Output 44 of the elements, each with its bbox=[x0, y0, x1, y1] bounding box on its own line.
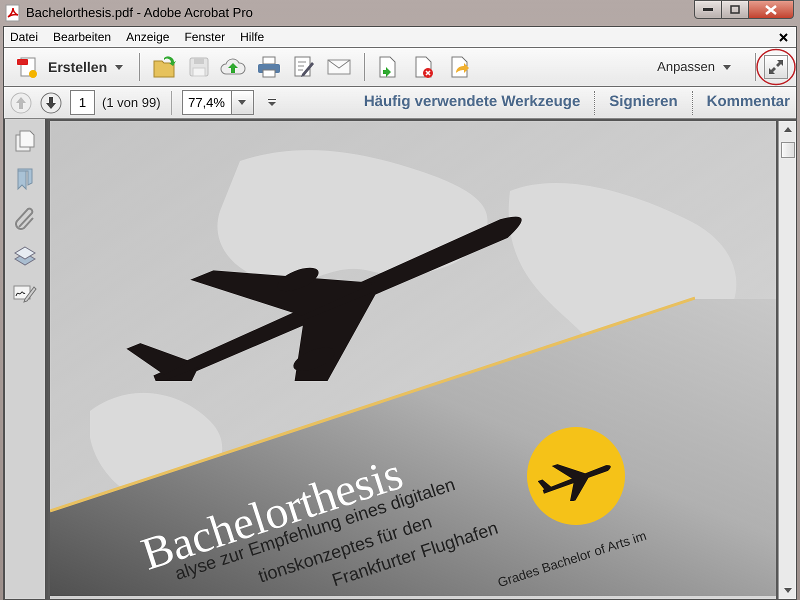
panel-link[interactable]: Signieren bbox=[609, 91, 678, 114]
menu-item[interactable]: Anzeige bbox=[126, 28, 170, 46]
scroll-down-icon[interactable] bbox=[784, 588, 792, 593]
maximize-button[interactable] bbox=[722, 0, 748, 19]
next-page-icon[interactable] bbox=[40, 92, 62, 114]
pdf-file-icon bbox=[4, 4, 22, 22]
minimize-icon bbox=[703, 8, 713, 12]
highlight-circle bbox=[756, 48, 796, 86]
close-icon bbox=[765, 4, 777, 14]
edit-document-icon[interactable] bbox=[292, 55, 316, 79]
menu-item[interactable]: Datei bbox=[10, 28, 38, 46]
close-document-icon[interactable] bbox=[779, 33, 788, 42]
create-document-icon bbox=[16, 55, 40, 79]
full-screen-button[interactable] bbox=[764, 55, 788, 79]
maximize-icon bbox=[730, 5, 740, 14]
signature-icon[interactable] bbox=[13, 283, 37, 303]
close-button[interactable] bbox=[748, 0, 794, 19]
pages-icon[interactable] bbox=[14, 129, 36, 153]
open-folder-icon[interactable] bbox=[152, 55, 178, 79]
menu-item[interactable]: Hilfe bbox=[240, 28, 264, 46]
vertical-scrollbar[interactable] bbox=[778, 121, 796, 599]
print-icon[interactable] bbox=[256, 55, 282, 79]
zoom-field[interactable]: 77,4% bbox=[182, 90, 254, 115]
window-title: Bachelorthesis.pdf - Adobe Acrobat Pro bbox=[26, 4, 253, 22]
menu-item[interactable]: Fenster bbox=[184, 28, 226, 46]
create-button[interactable]: Erstellen bbox=[12, 51, 128, 83]
page-number-field[interactable]: 1 bbox=[70, 90, 95, 115]
page-count: (1 von 99) bbox=[102, 94, 161, 112]
caret-icon bbox=[723, 64, 731, 70]
expand-arrows-icon bbox=[768, 59, 784, 75]
paperclip-icon[interactable] bbox=[14, 207, 36, 231]
minimize-button[interactable] bbox=[694, 0, 722, 19]
panel-link[interactable]: Kommentar bbox=[706, 91, 790, 114]
caret-icon bbox=[115, 64, 124, 70]
menu-item[interactable]: Bearbeiten bbox=[53, 28, 112, 46]
email-icon[interactable] bbox=[326, 57, 352, 77]
panel-link[interactable]: Häufig verwendete Werkzeuge bbox=[364, 91, 580, 114]
document-share-icon[interactable] bbox=[449, 55, 472, 79]
customize-button[interactable]: Anpassen bbox=[653, 57, 735, 77]
toolbar-menu-icon[interactable] bbox=[268, 99, 276, 106]
caret-icon bbox=[238, 100, 246, 105]
scroll-up-icon[interactable] bbox=[784, 127, 792, 132]
scroll-thumb[interactable] bbox=[780, 142, 794, 158]
document-delete-icon[interactable] bbox=[413, 55, 436, 79]
